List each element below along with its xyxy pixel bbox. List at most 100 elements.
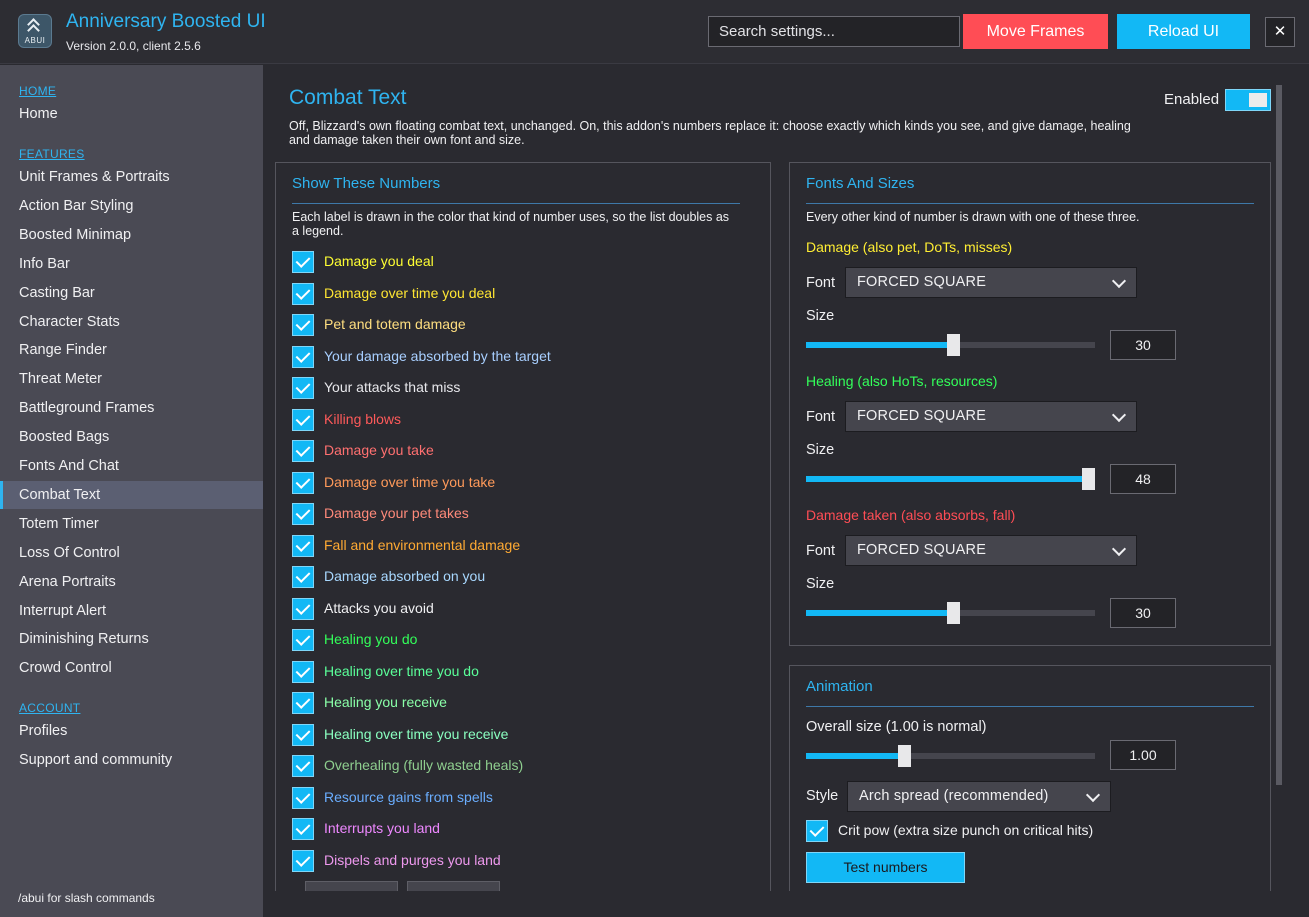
- sidebar-item-boosted-minimap[interactable]: Boosted Minimap: [0, 221, 263, 249]
- sidebar-item-home[interactable]: Home: [0, 100, 263, 128]
- checkbox[interactable]: [292, 377, 314, 399]
- font-dropdown[interactable]: FORCED SQUARE: [845, 401, 1137, 432]
- font-label: Font: [806, 409, 836, 425]
- check-label: Healing over time you receive: [324, 725, 509, 742]
- checkbox[interactable]: [292, 723, 314, 746]
- crit-pow-checkbox[interactable]: [806, 820, 828, 842]
- check-label: Healing you receive: [324, 694, 447, 710]
- checkbox[interactable]: [292, 629, 314, 651]
- slash-command-hint: /abui for slash commands: [18, 891, 155, 905]
- crit-pow-label: Crit pow (extra size punch on critical h…: [838, 822, 1094, 838]
- check-label: Healing over time you do: [324, 662, 479, 679]
- chevron-down-icon: [1111, 541, 1127, 557]
- sidebar-item-support-and-community[interactable]: Support and community: [0, 746, 263, 774]
- sidebar-item-info-bar[interactable]: Info Bar: [0, 250, 263, 278]
- slider-thumb[interactable]: [1082, 468, 1095, 490]
- sidebar-item-profiles[interactable]: Profiles: [0, 717, 263, 745]
- size-value[interactable]: 30: [1110, 598, 1176, 628]
- sidebar-item-crowd-control[interactable]: Crowd Control: [0, 654, 263, 682]
- checkbox[interactable]: [292, 503, 314, 525]
- checkbox[interactable]: [292, 660, 314, 683]
- sidebar-item-diminishing-returns[interactable]: Diminishing Returns: [0, 625, 263, 653]
- checkbox[interactable]: [292, 597, 314, 620]
- sidebar-item-totem-timer[interactable]: Totem Timer: [0, 510, 263, 538]
- checkbox[interactable]: [292, 534, 314, 557]
- check-label: Overhealing (fully wasted heals): [324, 757, 524, 773]
- sidebar-item-unit-frames-portraits[interactable]: Unit Frames & Portraits: [0, 163, 263, 191]
- app-title: Anniversary Boosted UI: [66, 11, 266, 32]
- animation-panel: Animation Overall size (1.00 is normal) …: [789, 665, 1271, 905]
- size-label: Size: [806, 442, 835, 458]
- font-dropdown[interactable]: FORCED SQUARE: [845, 535, 1137, 566]
- style-value: Arch spread (recommended): [859, 788, 1049, 804]
- check-label: Damage you take: [324, 442, 434, 458]
- slider-thumb[interactable]: [946, 602, 960, 624]
- font-group-heading: Healing (also HoTs, resources): [806, 373, 998, 389]
- main-content: Combat Text Off, Blizzard's own floating…: [263, 65, 1309, 905]
- sidebar-item-casting-bar[interactable]: Casting Bar: [0, 279, 263, 307]
- test-numbers-button[interactable]: Test numbers: [806, 852, 965, 883]
- sidebar-item-loss-of-control[interactable]: Loss Of Control: [0, 539, 263, 567]
- size-slider[interactable]: [806, 468, 1095, 490]
- check-label: Healing you do: [324, 631, 418, 647]
- slider-thumb[interactable]: [946, 334, 960, 356]
- size-slider[interactable]: [806, 602, 1095, 624]
- checkbox[interactable]: [292, 755, 314, 777]
- check-label: Fall and environmental damage: [324, 536, 521, 553]
- checkbox[interactable]: [292, 818, 314, 840]
- style-label: Style: [806, 788, 839, 804]
- enabled-toggle[interactable]: [1225, 89, 1271, 111]
- sidebar: HOME Home FEATURES Unit Frames & Portrai…: [0, 65, 263, 917]
- scrollbar[interactable]: [1276, 85, 1282, 785]
- sidebar-section-account: ACCOUNT: [19, 701, 81, 715]
- reload-ui-button[interactable]: Reload UI: [1117, 14, 1250, 49]
- overall-size-slider[interactable]: [806, 745, 1095, 767]
- check-label: Killing blows: [324, 410, 402, 427]
- checkbox[interactable]: [292, 566, 314, 588]
- font-label: Font: [806, 543, 836, 559]
- sidebar-item-character-stats[interactable]: Character Stats: [0, 308, 263, 336]
- checkbox[interactable]: [292, 471, 314, 494]
- sidebar-item-threat-meter[interactable]: Threat Meter: [0, 365, 263, 393]
- checkbox[interactable]: [292, 314, 314, 336]
- size-slider[interactable]: [806, 334, 1095, 356]
- move-frames-button[interactable]: Move Frames: [963, 14, 1108, 49]
- checkbox[interactable]: [292, 345, 314, 368]
- sidebar-item-action-bar-styling[interactable]: Action Bar Styling: [0, 192, 263, 220]
- close-icon[interactable]: ✕: [1265, 17, 1295, 47]
- sidebar-item-interrupt-alert[interactable]: Interrupt Alert: [0, 597, 263, 625]
- sidebar-item-arena-portraits[interactable]: Arena Portraits: [0, 568, 263, 596]
- sidebar-item-fonts-and-chat[interactable]: Fonts And Chat: [0, 452, 263, 480]
- search-input[interactable]: [708, 16, 960, 47]
- page-description: Off, Blizzard's own floating combat text…: [289, 119, 1131, 147]
- font-group-heading: Damage (also pet, DoTs, misses): [806, 239, 1013, 255]
- sidebar-item-boosted-bags[interactable]: Boosted Bags: [0, 423, 263, 451]
- logo-text: ABUI: [24, 36, 46, 45]
- style-dropdown[interactable]: Arch spread (recommended): [847, 781, 1111, 812]
- size-value[interactable]: 48: [1110, 464, 1176, 494]
- checkbox[interactable]: [292, 786, 314, 809]
- checkbox[interactable]: [292, 251, 314, 273]
- font-value: FORCED SQUARE: [857, 408, 987, 424]
- check-label: Damage over time you take: [324, 473, 496, 490]
- checkbox[interactable]: [292, 282, 314, 305]
- checkbox[interactable]: [292, 440, 314, 462]
- slider-thumb[interactable]: [898, 745, 912, 767]
- sidebar-item-battleground-frames[interactable]: Battleground Frames: [0, 394, 263, 422]
- check-label: Resource gains from spells: [324, 788, 493, 805]
- overall-size-label: Overall size (1.00 is normal): [806, 719, 987, 735]
- animation-title: Animation: [806, 678, 873, 695]
- font-group-heading: Damage taken (also absorbs, fall): [806, 507, 1016, 523]
- size-value[interactable]: 30: [1110, 330, 1176, 360]
- checkbox[interactable]: [292, 408, 314, 431]
- fonts-subtitle: Every other kind of number is drawn with…: [806, 210, 1140, 224]
- check-label: Interrupts you land: [324, 820, 440, 836]
- checkbox[interactable]: [292, 849, 314, 872]
- app-version: Version 2.0.0, client 2.5.6: [66, 39, 201, 53]
- fonts-panel: Fonts And Sizes Every other kind of numb…: [789, 162, 1271, 646]
- font-dropdown[interactable]: FORCED SQUARE: [845, 267, 1137, 298]
- sidebar-item-combat-text[interactable]: Combat Text: [0, 480, 263, 509]
- sidebar-item-range-finder[interactable]: Range Finder: [0, 336, 263, 364]
- overall-size-value[interactable]: 1.00: [1110, 740, 1176, 770]
- checkbox[interactable]: [292, 692, 314, 714]
